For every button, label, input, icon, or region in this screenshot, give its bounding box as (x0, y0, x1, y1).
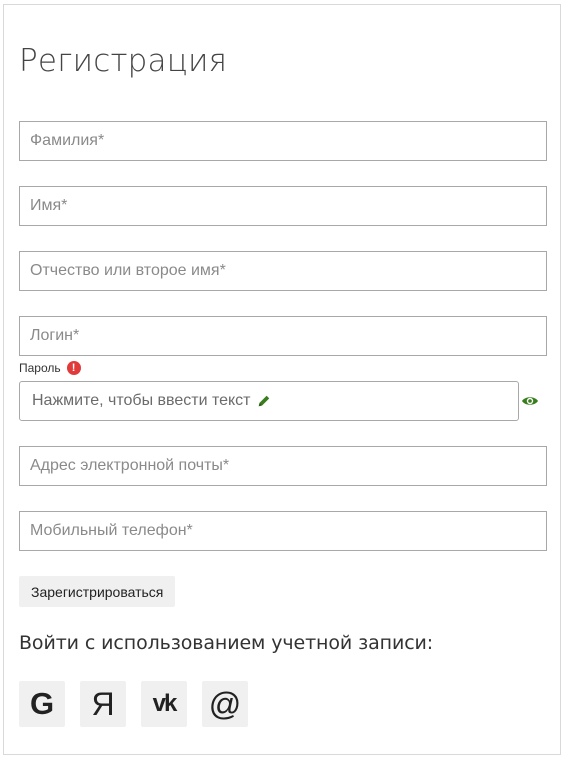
yandex-icon: Я (91, 686, 115, 722)
pencil-icon (258, 395, 269, 407)
first-name-input[interactable] (19, 186, 547, 226)
middle-name-input[interactable] (19, 251, 547, 291)
phone-input[interactable] (19, 511, 547, 551)
email-input[interactable] (19, 446, 547, 486)
password-label-row: Пароль ! (19, 360, 81, 376)
eye-icon[interactable] (521, 393, 539, 409)
at-icon: @ (208, 686, 242, 722)
vk-login-button[interactable]: vk (141, 681, 187, 727)
register-button[interactable]: Зарегистрироваться (19, 576, 176, 607)
yandex-login-button[interactable]: Я (80, 681, 126, 727)
password-label: Пароль (19, 361, 61, 375)
google-login-button[interactable]: G (19, 681, 65, 727)
vk-icon: vk (152, 690, 178, 717)
google-icon: G (29, 686, 55, 721)
warning-icon: ! (66, 361, 81, 375)
password-input[interactable]: Нажмите, чтобы ввести текст (19, 381, 519, 421)
mail-login-button[interactable]: @ (202, 681, 248, 727)
page-title: Регистрация (19, 43, 228, 79)
social-login-text: Войти с использованием учетной записи: (19, 632, 434, 654)
last-name-input[interactable] (19, 121, 547, 161)
password-prompt: Нажмите, чтобы ввести текст (32, 392, 251, 409)
login-input[interactable] (19, 316, 547, 356)
